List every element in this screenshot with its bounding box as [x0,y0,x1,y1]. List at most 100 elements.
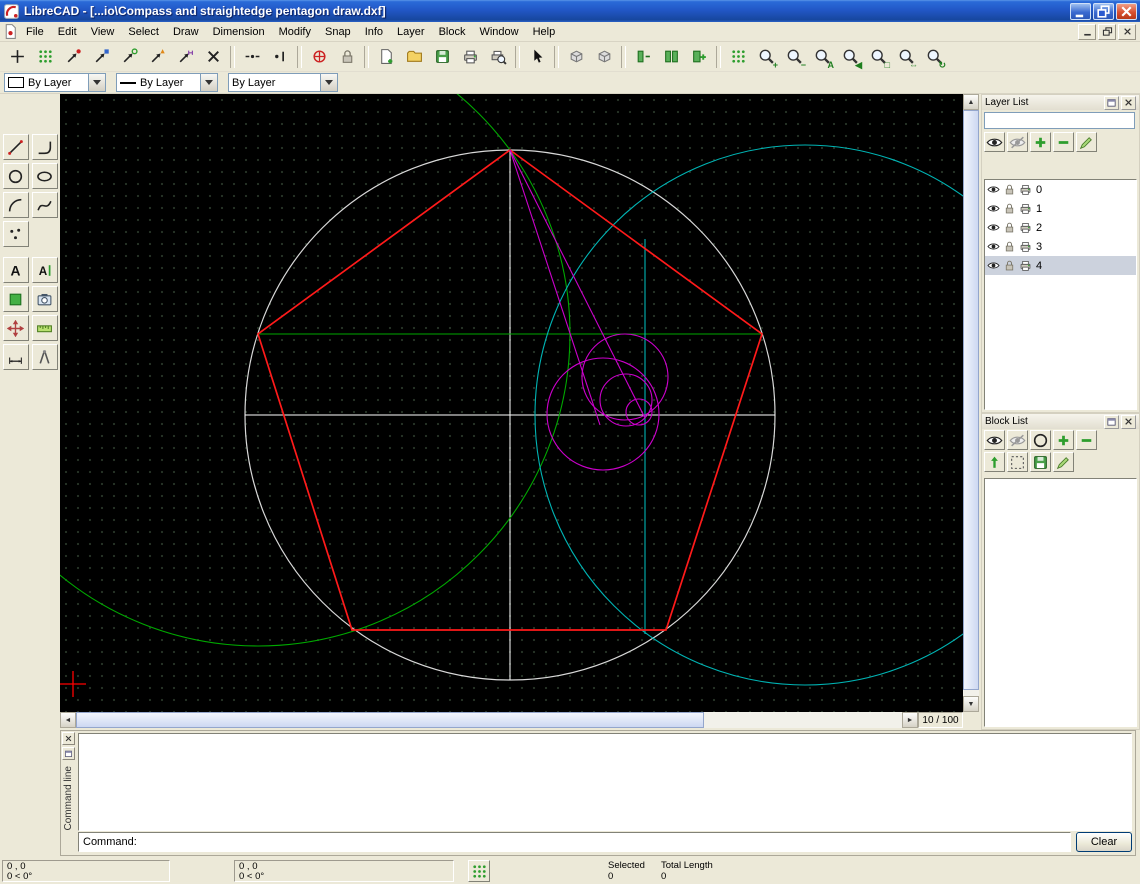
save-drawing-button[interactable] [428,43,456,71]
create-block-button[interactable] [1030,430,1051,450]
tile-windows-button[interactable] [657,43,685,71]
layer-visible-icon[interactable] [987,202,1000,215]
select-block-frame-button[interactable] [1007,452,1028,472]
scroll-left-button[interactable]: ◄ [60,712,76,728]
zoom-in-button[interactable]: + [752,43,780,71]
text-tool-button[interactable] [3,257,29,283]
point-tool-button[interactable] [3,221,29,247]
restore-button[interactable] [1093,3,1114,20]
insert-block-button[interactable] [984,452,1005,472]
command-input[interactable] [141,834,1070,851]
horizontal-scroll-thumb[interactable] [76,712,704,728]
snap-middle-button[interactable] [143,43,171,71]
selection-pointer-button[interactable] [523,43,551,71]
hatch-tool-button[interactable] [3,286,29,312]
grid-toggle-button[interactable] [724,43,752,71]
remove-layer-button[interactable] [1053,132,1074,152]
zoom-window-button[interactable]: □ [864,43,892,71]
scroll-up-button[interactable]: ▲ [963,94,979,110]
command-dock-float-button[interactable] [62,747,75,760]
layer-row[interactable]: 0 [985,180,1136,199]
grid-snap-status-button[interactable] [468,860,490,882]
new-drawing-button[interactable] [372,43,400,71]
draworder-bottom-button[interactable] [562,43,590,71]
show-all-blocks-button[interactable] [984,430,1005,450]
dock-panel-button[interactable] [629,43,657,71]
restrict-orthogonal-button[interactable] [266,43,294,71]
spline-tool-button[interactable] [32,192,58,218]
layer-panel-float-button[interactable] [1104,96,1119,110]
snap-center-button[interactable] [115,43,143,71]
layer-row[interactable]: 2 [985,218,1136,237]
layer-lock-icon[interactable] [1003,183,1016,196]
info-tool-button[interactable] [32,344,58,370]
snap-free-button[interactable] [3,43,31,71]
minimize-button[interactable] [1070,3,1091,20]
snap-distance-button[interactable] [171,43,199,71]
line-tool-button[interactable] [3,134,29,160]
snap-endpoint-button[interactable] [59,43,87,71]
layer-visible-icon[interactable] [987,240,1000,253]
mtext-tool-button[interactable] [32,257,58,283]
add-layer-button[interactable] [1030,132,1051,152]
zoom-redraw-button[interactable]: ↻ [920,43,948,71]
vertical-scrollbar[interactable]: ▲ ▼ [963,94,979,712]
menu-select[interactable]: Select [121,23,166,41]
scroll-down-button[interactable]: ▼ [963,696,979,712]
open-drawing-button[interactable] [400,43,428,71]
chevron-down-icon[interactable] [320,74,337,91]
chevron-down-icon[interactable] [200,74,217,91]
hide-all-layers-button[interactable] [1007,132,1028,152]
menu-help[interactable]: Help [526,23,563,41]
close-button[interactable] [1116,3,1137,20]
clear-button[interactable]: Clear [1076,832,1132,852]
edit-block-button[interactable] [1053,452,1074,472]
layer-print-icon[interactable] [1019,240,1032,253]
layer-row-selected[interactable]: 4 [985,256,1136,275]
zoom-out-button[interactable]: − [780,43,808,71]
menu-window[interactable]: Window [472,23,525,41]
save-block-button[interactable] [1030,452,1051,472]
image-tool-button[interactable] [32,286,58,312]
line-width-combobox[interactable]: By Layer [116,73,218,92]
modify-tool-button[interactable] [3,315,29,341]
circle-tool-button[interactable] [3,163,29,189]
new-window-button[interactable] [685,43,713,71]
layer-panel-close-button[interactable] [1121,96,1136,110]
mdi-close-button[interactable] [1118,24,1136,40]
layer-row[interactable]: 1 [985,199,1136,218]
layer-lock-icon[interactable] [1003,202,1016,215]
layer-visible-icon[interactable] [987,183,1000,196]
command-field[interactable]: Command: [78,832,1071,852]
line-type-combobox[interactable]: By Layer [228,73,338,92]
layer-print-icon[interactable] [1019,202,1032,215]
polyline-tool-button[interactable] [32,134,58,160]
zoom-previous-button[interactable]: ◀ [836,43,864,71]
menu-modify[interactable]: Modify [272,23,318,41]
layer-print-icon[interactable] [1019,221,1032,234]
layer-lock-icon[interactable] [1003,240,1016,253]
add-block-button[interactable] [1053,430,1074,450]
menu-info[interactable]: Info [358,23,390,41]
menu-edit[interactable]: Edit [51,23,84,41]
show-all-layers-button[interactable] [984,132,1005,152]
menu-dimension[interactable]: Dimension [206,23,272,41]
document-icon[interactable] [2,23,19,40]
print-preview-button[interactable] [484,43,512,71]
print-button[interactable] [456,43,484,71]
layer-visible-icon[interactable] [987,221,1000,234]
layer-row[interactable]: 3 [985,237,1136,256]
menu-snap[interactable]: Snap [318,23,358,41]
menu-layer[interactable]: Layer [390,23,432,41]
lock-relative-zero-button[interactable] [333,43,361,71]
ellipse-tool-button[interactable] [32,163,58,189]
block-panel-float-button[interactable] [1104,415,1119,429]
set-relative-zero-button[interactable] [305,43,333,71]
layer-lock-icon[interactable] [1003,259,1016,272]
drawing-canvas[interactable] [60,94,963,712]
measure-tool-button[interactable] [32,315,58,341]
layer-visible-icon[interactable] [987,259,1000,272]
scroll-right-button[interactable]: ► [902,712,918,728]
restrict-nothing-button[interactable] [238,43,266,71]
command-dock-close-button[interactable] [62,732,75,745]
